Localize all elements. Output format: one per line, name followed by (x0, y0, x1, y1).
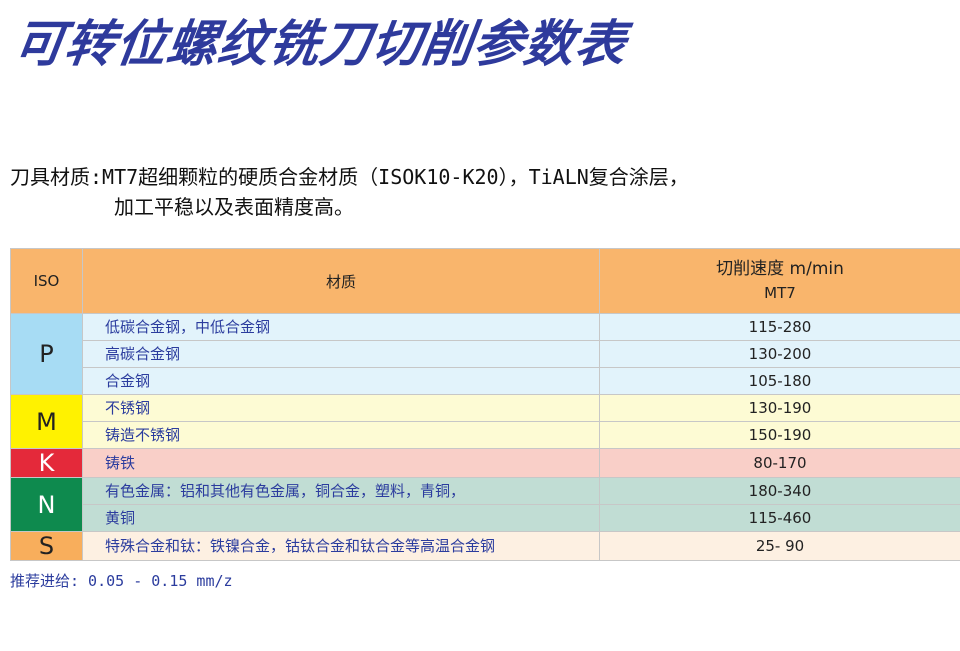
material-cell: 不锈钢 (82, 394, 600, 422)
iso-group-p: P (10, 313, 83, 395)
table-row: 黄铜 115-460 (11, 504, 960, 532)
speed-cell: 130-200 (599, 340, 960, 368)
material-cell: 铸铁 (82, 448, 600, 478)
table-row: 高碳合金钢 130-200 (11, 340, 960, 368)
iso-group-m: M (10, 394, 83, 449)
header-speed: 切削速度 m/min MT7 (599, 248, 960, 314)
iso-group-s: S (10, 531, 83, 561)
table-row: M 不锈钢 130-190 (10, 394, 960, 449)
material-cell: 黄铜 (82, 504, 600, 532)
recommended-feed: 推荐进给: 0.05 - 0.15 mm/z (10, 572, 233, 590)
table-row: P 低碳合金钢，中低合金钢 115-280 (10, 313, 960, 395)
speed-cell: 105-180 (599, 367, 960, 395)
material-cell: 合金钢 (82, 367, 600, 395)
iso-group-k: K (10, 448, 83, 478)
material-cell: 铸造不锈钢 (82, 421, 600, 449)
description-line-1: 刀具材质:MT7超细颗粒的硬质合金材质（ISOK10-K20），TiALN复合涂… (10, 165, 689, 189)
table-row: K 铸铁 80-170 (10, 448, 960, 478)
table-row: S 特殊合金和钛：铁镍合金，钴钛合金和钛合金等高温合金钢 25- 90 (10, 531, 960, 561)
speed-cell: 115-280 (599, 313, 960, 341)
cutting-parameters-table: ISO 材质 切削速度 m/min MT7 P 低碳合金钢，中低合金钢 115-… (10, 248, 960, 561)
table-header-row: ISO 材质 切削速度 m/min MT7 (10, 248, 960, 314)
iso-group-n: N (10, 477, 83, 532)
table-row: 合金钢 105-180 (11, 367, 960, 395)
tool-description: 刀具材质:MT7超细颗粒的硬质合金材质（ISOK10-K20），TiALN复合涂… (10, 162, 689, 222)
material-cell: 高碳合金钢 (82, 340, 600, 368)
table-row: N 有色金属：铝和其他有色金属，铜合金，塑料，青铜， 180-340 (10, 477, 960, 532)
page-title: 可转位螺纹铣刀切削参数表 (10, 15, 631, 73)
header-iso: ISO (10, 248, 83, 314)
speed-cell: 130-190 (599, 394, 960, 422)
speed-cell: 150-190 (599, 421, 960, 449)
material-cell: 有色金属：铝和其他有色金属，铜合金，塑料，青铜， (82, 477, 600, 505)
material-cell: 特殊合金和钛：铁镍合金，钴钛合金和钛合金等高温合金钢 (82, 531, 600, 561)
speed-cell: 180-340 (599, 477, 960, 505)
speed-cell: 25- 90 (599, 531, 960, 561)
description-line-2: 加工平稳以及表面精度高。 (114, 195, 354, 219)
header-speed-label: 切削速度 m/min (716, 259, 844, 279)
header-grade: MT7 (764, 284, 796, 302)
table-row: 铸造不锈钢 150-190 (11, 421, 960, 449)
header-material: 材质 (82, 248, 600, 314)
speed-cell: 115-460 (599, 504, 960, 532)
speed-cell: 80-170 (599, 448, 960, 478)
material-cell: 低碳合金钢，中低合金钢 (82, 313, 600, 341)
